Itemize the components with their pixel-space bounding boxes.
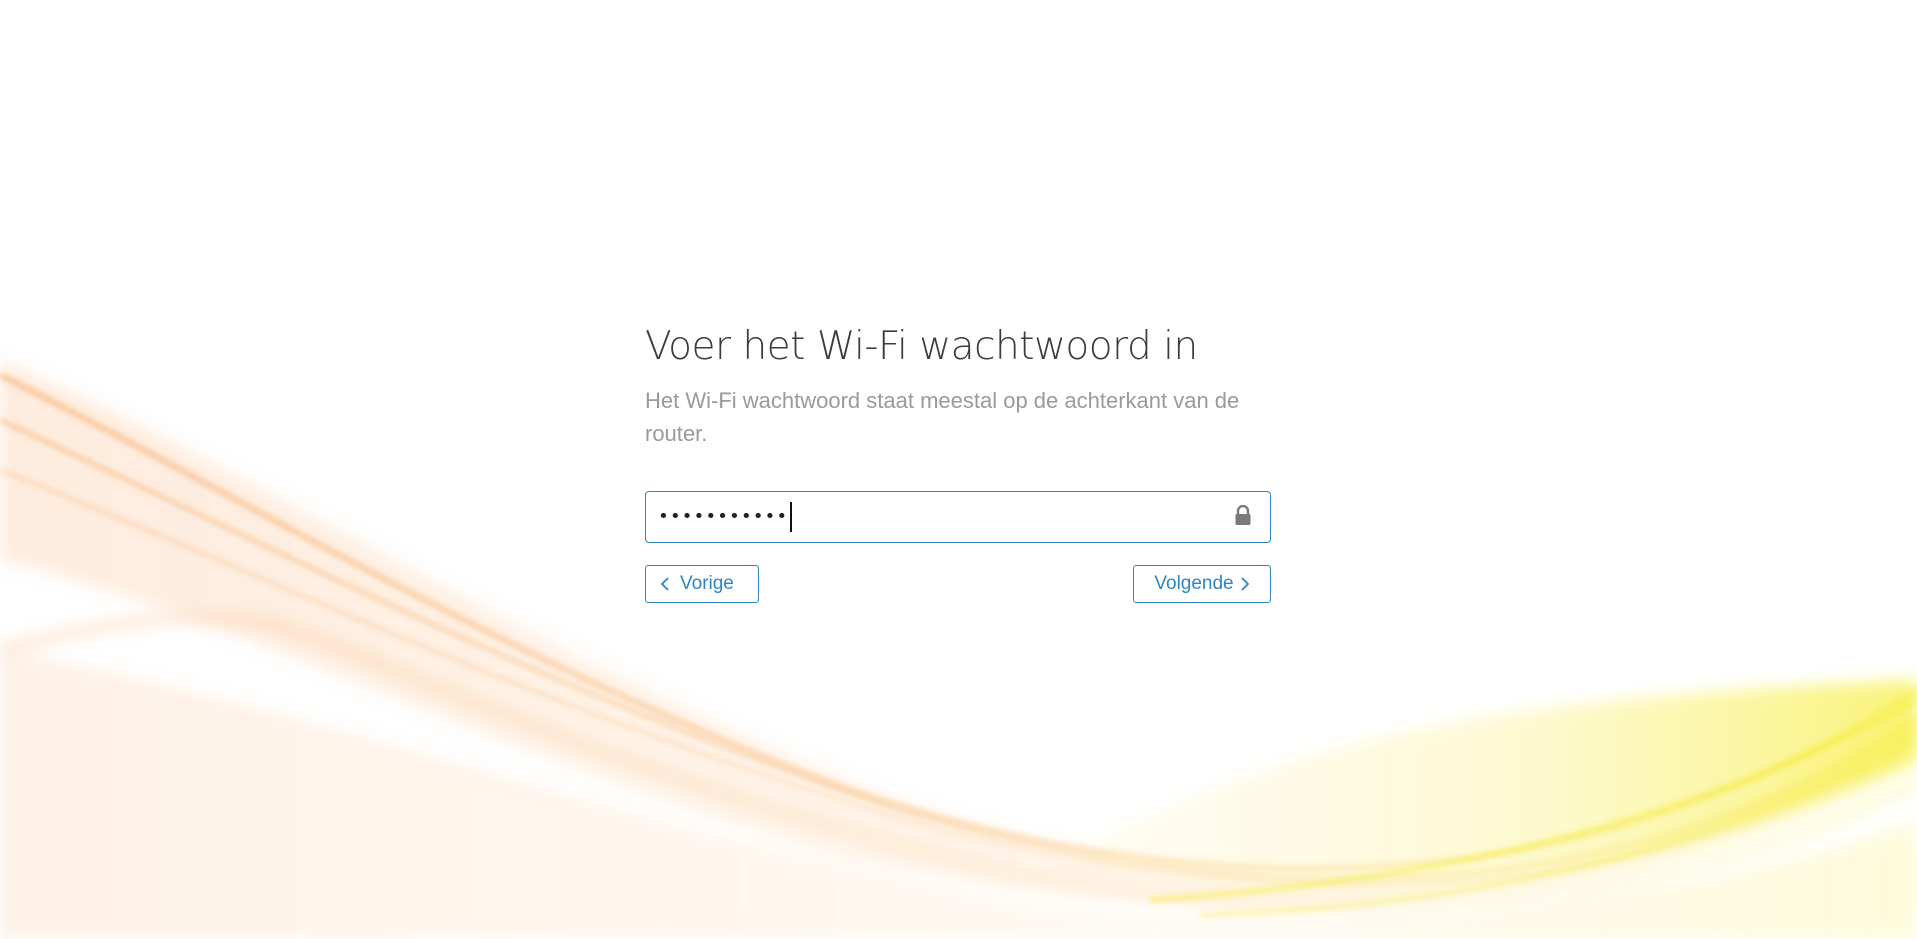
- page-subtitle: Het Wi-Fi wachtwoord staat meestal op de…: [645, 388, 1240, 446]
- setup-form: Voer het Wi-Fi wachtwoord in Het Wi-Fi w…: [645, 322, 1271, 603]
- next-button[interactable]: Volgende: [1133, 565, 1271, 603]
- next-button-label: Volgende: [1154, 573, 1234, 594]
- previous-button-label: Vorige: [680, 573, 734, 594]
- text-caret: [790, 502, 793, 532]
- lock-icon: [1235, 505, 1251, 525]
- password-dots: •••••••••••: [658, 506, 789, 527]
- navigation-buttons: Vorige Volgende: [645, 565, 1271, 603]
- previous-button[interactable]: Vorige: [645, 565, 759, 603]
- password-masked-value: •••••••••••: [658, 492, 793, 542]
- page-title: Voer het Wi-Fi wachtwoord in: [645, 324, 1198, 369]
- chevron-right-icon: [1240, 577, 1249, 591]
- chevron-left-icon: [660, 577, 669, 591]
- setup-page: Voer het Wi-Fi wachtwoord in Het Wi-Fi w…: [0, 0, 1917, 939]
- password-input[interactable]: •••••••••••: [645, 491, 1271, 543]
